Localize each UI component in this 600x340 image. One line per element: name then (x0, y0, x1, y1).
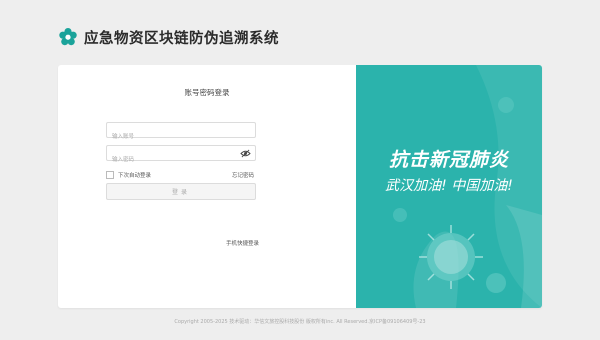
header: 应急物资区块链防伪追溯系统 (58, 26, 279, 48)
account-field[interactable] (106, 122, 256, 144)
login-button[interactable]: 登录 (106, 183, 256, 200)
eye-off-icon[interactable] (240, 149, 251, 158)
banner: 抗击新冠肺炎 武汉加油! 中国加油! (356, 65, 542, 308)
checkbox-box[interactable] (106, 171, 114, 179)
login-title: 账号密码登录 (184, 88, 230, 97)
password-field[interactable] (106, 145, 256, 167)
flower-icon (59, 28, 77, 46)
phone-login-link[interactable]: 手机快捷登录 (226, 239, 259, 247)
app-title: 应急物资区块链防伪追溯系统 (84, 30, 279, 47)
login-card: 账号密码登录 下次自动登录 忘记密码 登录 手机快捷登录 (58, 65, 542, 308)
footer-copyright: Copyright 2005-2025 技术驱动：华信文旅控股科技股份 版权所有… (174, 319, 426, 325)
forgot-password-link[interactable]: 忘记密码 (232, 171, 254, 179)
remember-me-checkbox[interactable]: 下次自动登录 (106, 171, 151, 179)
account-input[interactable] (107, 130, 232, 144)
banner-slogan-main: 抗击新冠肺炎 (388, 149, 509, 171)
banner-slogan-sub: 武汉加油! 中国加油! (385, 178, 513, 194)
login-panel: 账号密码登录 下次自动登录 忘记密码 登录 手机快捷登录 (58, 65, 356, 308)
remember-me-label: 下次自动登录 (118, 173, 152, 179)
password-input[interactable] (107, 153, 232, 167)
